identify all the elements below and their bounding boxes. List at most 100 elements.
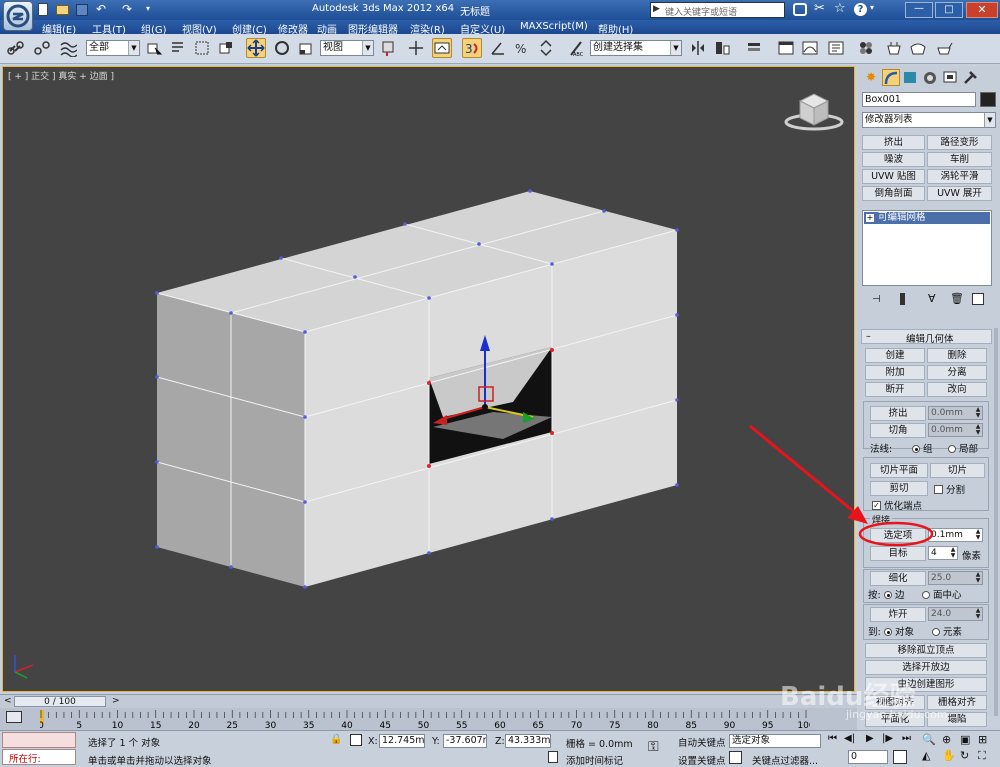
rollout-header-edit-geometry[interactable]: – 编辑几何体 bbox=[861, 329, 992, 345]
close-button[interactable]: ✕ bbox=[966, 2, 998, 18]
select-object-icon[interactable] bbox=[144, 38, 164, 58]
selection-filter-dropdown[interactable]: 全部 ▼ bbox=[86, 40, 140, 56]
create-shape-button[interactable]: 由边创建图形 bbox=[865, 677, 987, 692]
create-button[interactable]: 创建 bbox=[865, 348, 925, 363]
break-button[interactable]: 断开 bbox=[865, 382, 925, 397]
next-frame-icon[interactable]: > bbox=[112, 696, 120, 706]
angle-snap-icon[interactable] bbox=[488, 38, 508, 58]
explode-angle-spinner[interactable]: 24.0 ▲ ▼ bbox=[928, 607, 983, 621]
bind-spacewarp-icon[interactable] bbox=[58, 38, 78, 58]
stack-item-editable-mesh[interactable]: + 可编辑网格 bbox=[864, 212, 990, 224]
attach-button[interactable]: 附加 bbox=[865, 365, 925, 380]
rollout-scrollbar[interactable] bbox=[994, 328, 998, 716]
pan-icon[interactable]: ✋ bbox=[942, 749, 956, 762]
link-icon[interactable] bbox=[6, 38, 26, 58]
snap-3d-icon[interactable]: 3 bbox=[462, 38, 482, 58]
schematic-view-icon[interactable] bbox=[826, 38, 846, 58]
by-edge-radio[interactable]: 边 bbox=[884, 587, 905, 601]
spinner-arrows-icon[interactable]: ▲ ▼ bbox=[974, 407, 982, 419]
minimize-button[interactable]: — bbox=[905, 2, 933, 18]
refine-ends-checkbox[interactable]: ✓ 优化端点 bbox=[872, 498, 922, 512]
auto-key-dropdown[interactable]: 选定对象 bbox=[729, 734, 821, 748]
key-mode-icon[interactable]: ⚿ bbox=[648, 739, 659, 755]
turn-button[interactable]: 改向 bbox=[927, 382, 987, 397]
slice-button[interactable]: 切片 bbox=[930, 463, 985, 478]
percent-snap-icon[interactable]: % bbox=[512, 38, 532, 58]
redo-icon[interactable]: ↷ bbox=[122, 2, 132, 16]
modify-tab-icon[interactable] bbox=[882, 69, 900, 86]
motion-tab-icon[interactable] bbox=[922, 70, 940, 86]
tessellate-tension-spinner[interactable]: 25.0 ▲ ▼ bbox=[928, 571, 983, 585]
menu-maxscript[interactable]: MAXScript(M) bbox=[520, 21, 588, 32]
select-open-edges-button[interactable]: 选择开放边 bbox=[865, 660, 987, 675]
keyboard-shortcut-icon[interactable] bbox=[432, 38, 452, 58]
orbit-icon[interactable]: ↻ bbox=[960, 749, 969, 762]
current-frame-field[interactable]: 0 bbox=[848, 750, 888, 764]
auto-key-button[interactable]: 自动关键点 bbox=[678, 735, 726, 749]
move-tool-icon[interactable] bbox=[246, 38, 266, 58]
modifier-button-unwrapuvw[interactable]: UVW 展开 bbox=[927, 186, 992, 201]
normal-group-radio[interactable]: 组 bbox=[912, 441, 933, 455]
perspective-viewport[interactable]: [ + ] 正交 ] 真实 + 边面 ] z bbox=[2, 66, 855, 692]
weld-selected-button[interactable]: 选定项 bbox=[870, 528, 926, 543]
maxscript-listener[interactable] bbox=[2, 732, 76, 748]
set-key-button[interactable]: 设置关键点 bbox=[678, 753, 726, 767]
zoom-icon[interactable]: 🔍 bbox=[922, 733, 936, 746]
new-file-icon[interactable] bbox=[38, 3, 48, 16]
goto-start-icon[interactable]: ⏮ bbox=[828, 733, 837, 744]
mirror-icon[interactable] bbox=[688, 38, 708, 58]
time-slider-thumb[interactable]: 0 / 100 bbox=[14, 696, 106, 707]
view-align-button[interactable]: 视图对齐 bbox=[865, 695, 925, 710]
edit-named-selection-icon[interactable]: ABC bbox=[566, 38, 586, 58]
unlink-icon[interactable] bbox=[32, 38, 52, 58]
goto-end-icon[interactable]: ⏭ bbox=[902, 733, 911, 744]
maxscript-line[interactable]: 所在行: bbox=[2, 749, 76, 765]
help-icon[interactable]: ? bbox=[854, 3, 867, 16]
graphite-toolbar-icon[interactable] bbox=[776, 38, 796, 58]
set-key-icon[interactable] bbox=[729, 751, 742, 764]
normal-local-radio[interactable]: 局部 bbox=[948, 441, 978, 455]
maximize-button[interactable]: □ bbox=[935, 2, 963, 18]
time-config-icon[interactable] bbox=[893, 750, 907, 764]
configure-sets-icon[interactable] bbox=[972, 293, 984, 305]
open-file-icon[interactable] bbox=[56, 5, 69, 15]
window-crossing-icon[interactable] bbox=[216, 38, 236, 58]
modifier-list-dropdown[interactable]: 修改器列表 ▼ bbox=[862, 112, 996, 128]
pivot-center-icon[interactable] bbox=[378, 38, 398, 58]
planarize-button[interactable]: 平面化 bbox=[865, 712, 925, 727]
mini-curve-editor-icon[interactable] bbox=[6, 711, 22, 723]
grid-align-button[interactable]: 栅格对齐 bbox=[927, 695, 987, 710]
play-icon[interactable]: ▶ bbox=[866, 733, 874, 744]
next-key-icon[interactable]: |▶ bbox=[882, 733, 893, 744]
render-production-icon[interactable] bbox=[934, 38, 954, 58]
prev-key-icon[interactable]: ◀| bbox=[844, 733, 855, 744]
star-icon[interactable]: ☆ bbox=[834, 1, 846, 16]
utilities-tab-icon[interactable] bbox=[962, 70, 980, 86]
to-object-radio[interactable]: 对象 bbox=[884, 624, 914, 638]
show-end-result-icon[interactable] bbox=[900, 293, 905, 305]
object-name-field[interactable]: Box001 bbox=[862, 92, 976, 107]
prev-frame-icon[interactable]: < bbox=[4, 696, 12, 706]
weld-threshold-spinner[interactable]: 0.1mm ▲ ▼ bbox=[928, 528, 983, 542]
pin-stack-icon[interactable]: ⊣ bbox=[872, 294, 881, 305]
extrude-button[interactable]: 挤出 bbox=[870, 406, 926, 421]
rotate-tool-icon[interactable] bbox=[272, 38, 292, 58]
spinner-arrows-icon[interactable]: ▲ ▼ bbox=[949, 547, 957, 559]
y-coordinate-field[interactable]: -37.607mm bbox=[443, 734, 487, 748]
named-selection-dropdown[interactable]: 创建选择集 ▼ bbox=[590, 40, 682, 56]
chamfer-amount-spinner[interactable]: 0.0mm ▲ ▼ bbox=[928, 423, 983, 437]
undo-icon[interactable]: ↶ bbox=[96, 2, 106, 16]
lock-selection-icon[interactable]: 🔒 bbox=[330, 734, 342, 745]
tools-icon[interactable]: ✂ bbox=[814, 1, 825, 16]
modifier-button-bevelprofile[interactable]: 倒角剖面 bbox=[862, 186, 925, 201]
z-coordinate-field[interactable]: 43.333mm bbox=[505, 734, 551, 748]
create-tab-icon[interactable]: ✸ bbox=[862, 70, 880, 86]
help-dropdown-icon[interactable]: ▾ bbox=[870, 3, 874, 12]
select-manipulate-icon[interactable] bbox=[406, 38, 426, 58]
rect-selection-icon[interactable] bbox=[192, 38, 212, 58]
spinner-arrows-icon[interactable]: ▲ ▼ bbox=[974, 608, 982, 620]
weld-target-button[interactable]: 目标 bbox=[870, 546, 926, 561]
extrude-amount-spinner[interactable]: 0.0mm ▲ ▼ bbox=[928, 406, 983, 420]
rendered-frame-icon[interactable] bbox=[908, 38, 928, 58]
track-bar[interactable]: 0 5 10 15 20 25 30 35 40 45 50 55 60 65 70 75 80 85 90 95 10… bbox=[0, 708, 857, 730]
